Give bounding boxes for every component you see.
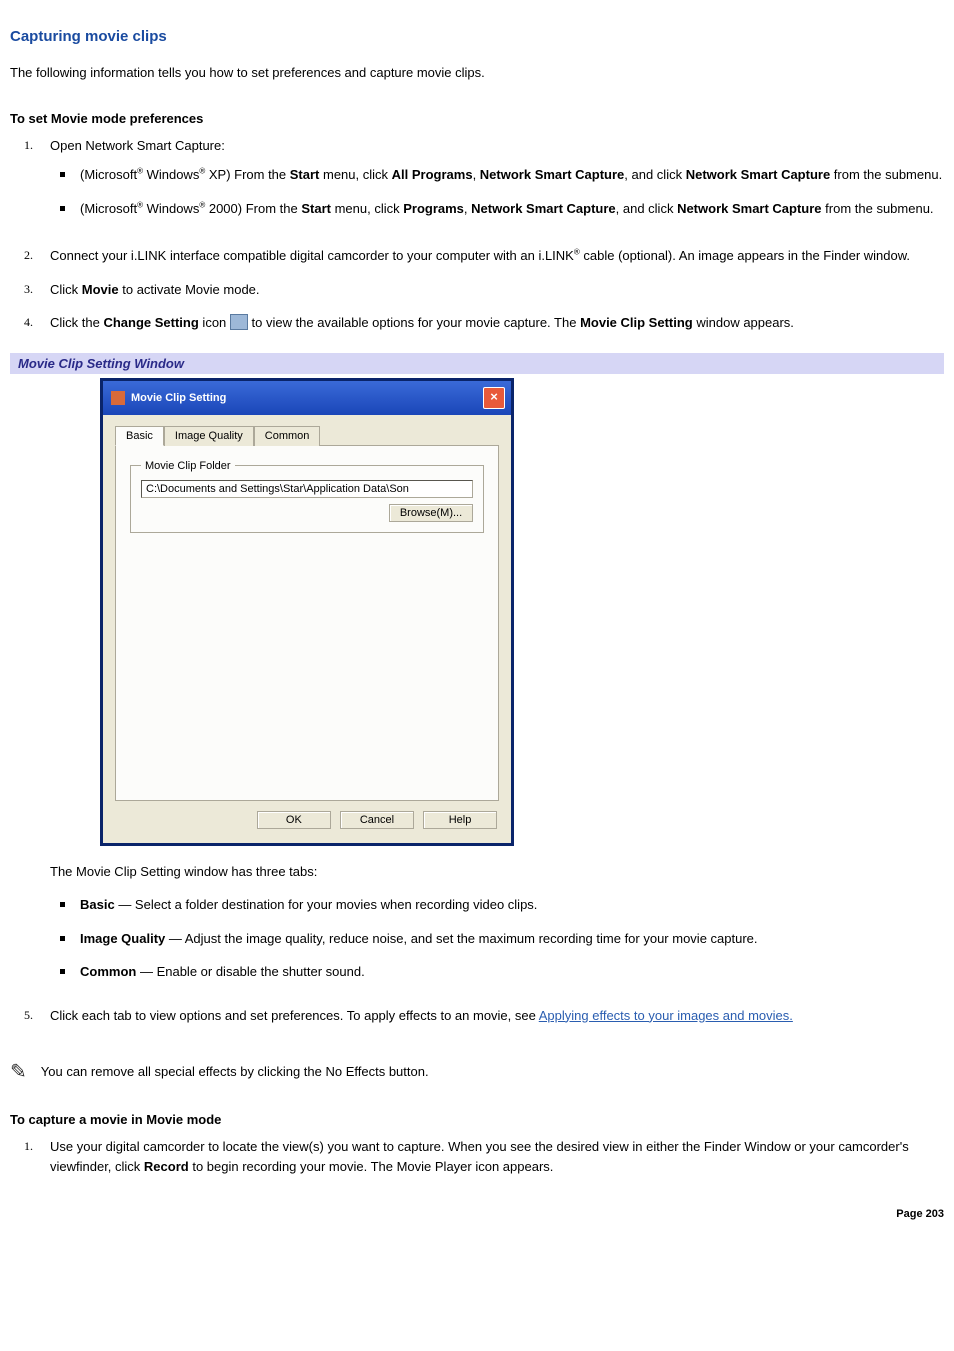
bold: Network Smart Capture [686,167,830,182]
text: — Select a folder destination for your m… [115,897,538,912]
section-heading: Capturing movie clips [10,28,944,45]
bold: Image Quality [80,931,165,946]
browse-button[interactable]: Browse(M)... [389,504,473,522]
text: — Enable or disable the shutter sound. [136,964,364,979]
bold: Movie [82,282,119,297]
text: to begin recording your movie. The Movie… [189,1159,554,1174]
text: menu, click [331,201,403,216]
dialog-screenshot: Movie Clip Setting × Basic Image Quality… [100,378,944,846]
step-marker: 1. [24,1137,33,1155]
tab-image-quality[interactable]: Image Quality [164,426,254,446]
note-icon: ✎ [10,1059,27,1084]
text: 2000) From the [205,201,301,216]
text: to view the available options for your m… [248,315,580,330]
subheading-preferences: To set Movie mode preferences [10,111,944,126]
text: cable (optional). An image appears in th… [580,248,910,263]
preferences-steps: 1. Open Network Smart Capture: (Microsof… [10,136,944,347]
figure-caption: Movie Clip Setting Window [10,353,944,374]
bold: All Programs [392,167,473,182]
app-icon [111,391,125,405]
step-5: 5. Click each tab to view options and se… [10,1006,944,1040]
tab-desc-common: Common — Enable or disable the shutter s… [50,962,944,996]
dialog-button-row: OK Cancel Help [115,801,499,831]
tab-desc-basic: Basic — Select a folder destination for … [50,895,944,929]
page-number: Page 203 [10,1208,944,1220]
text: window appears. [693,315,794,330]
ok-button[interactable]: OK [257,811,331,829]
capture-step-1: 1. Use your digital camcorder to locate … [10,1137,944,1190]
step-marker: 5. [24,1006,33,1024]
text: Connect your i.LINK interface compatible… [50,248,574,263]
text: from the submenu. [830,167,942,182]
bold: Network Smart Capture [677,201,821,216]
tab-basic[interactable]: Basic [115,426,164,446]
bold: Common [80,964,136,979]
movie-clip-folder-group: Movie Clip Folder C:\Documents and Setti… [130,460,484,533]
tab-descriptions: Basic — Select a folder destination for … [50,895,944,996]
intro-paragraph: The following information tells you how … [10,63,944,83]
movie-clip-setting-dialog: Movie Clip Setting × Basic Image Quality… [100,378,514,846]
close-icon[interactable]: × [483,387,505,409]
dialog-titlebar: Movie Clip Setting × [103,381,511,415]
help-button[interactable]: Help [423,811,497,829]
bold: Basic [80,897,115,912]
text: icon [199,315,230,330]
text: menu, click [319,167,391,182]
text: (Microsoft [80,167,137,182]
text: — Adjust the image quality, reduce noise… [165,931,757,946]
text: XP) From the [205,167,290,182]
text: to activate Movie mode. [119,282,260,297]
step-2: 2. Connect your i.LINK interface compati… [10,246,944,280]
tab-content: Movie Clip Folder C:\Documents and Setti… [115,446,499,801]
step-1: 1. Open Network Smart Capture: (Microsof… [10,136,944,247]
bold: Change Setting [103,315,198,330]
link-applying-effects[interactable]: Applying effects to your images and movi… [539,1008,793,1023]
text: Click the [50,315,103,330]
tab-common[interactable]: Common [254,426,321,446]
text: Click [50,282,82,297]
step-marker: 4. [24,313,33,331]
capture-steps: 1. Use your digital camcorder to locate … [10,1137,944,1190]
tab-desc-image-quality: Image Quality — Adjust the image quality… [50,929,944,963]
text: Windows [143,201,199,216]
text: Windows [143,167,199,182]
cancel-button[interactable]: Cancel [340,811,414,829]
bullet-xp: (Microsoft® Windows® XP) From the Start … [50,165,944,199]
step-1-bullets: (Microsoft® Windows® XP) From the Start … [50,165,944,232]
text: , [473,167,480,182]
bold: Start [290,167,320,182]
step-marker: 1. [24,136,33,154]
bold: Movie Clip Setting [580,315,693,330]
note-text: You can remove all special effects by cl… [41,1064,429,1079]
text: from the submenu. [822,201,934,216]
step-marker: 3. [24,280,33,298]
change-setting-icon [230,314,248,330]
group-legend: Movie Clip Folder [141,460,235,472]
subheading-capture: To capture a movie in Movie mode [10,1112,944,1127]
text: , and click [616,201,677,216]
step-3: 3. Click Movie to activate Movie mode. [10,280,944,314]
text: , and click [624,167,685,182]
tab-row: Basic Image Quality Common [115,425,499,446]
dialog-body: Basic Image Quality Common Movie Clip Fo… [103,415,511,843]
preferences-steps-cont: 5. Click each tab to view options and se… [10,1006,944,1040]
bold: Record [144,1159,189,1174]
step-marker: 2. [24,246,33,264]
dialog-title: Movie Clip Setting [131,392,483,404]
bold: Start [301,201,331,216]
bold: Network Smart Capture [480,167,624,182]
bullet-2000: (Microsoft® Windows® 2000) From the Star… [50,199,944,233]
tabs-intro: The Movie Clip Setting window has three … [50,862,944,882]
text: (Microsoft [80,201,137,216]
bold: Programs [403,201,464,216]
step-1-text: Open Network Smart Capture: [50,138,225,153]
step-4: 4. Click the Change Setting icon to view… [10,313,944,347]
text: Click each tab to view options and set p… [50,1008,539,1023]
folder-path-input[interactable]: C:\Documents and Settings\Star\Applicati… [141,480,473,498]
bold: Network Smart Capture [471,201,615,216]
note-row: ✎ You can remove all special effects by … [10,1059,944,1084]
